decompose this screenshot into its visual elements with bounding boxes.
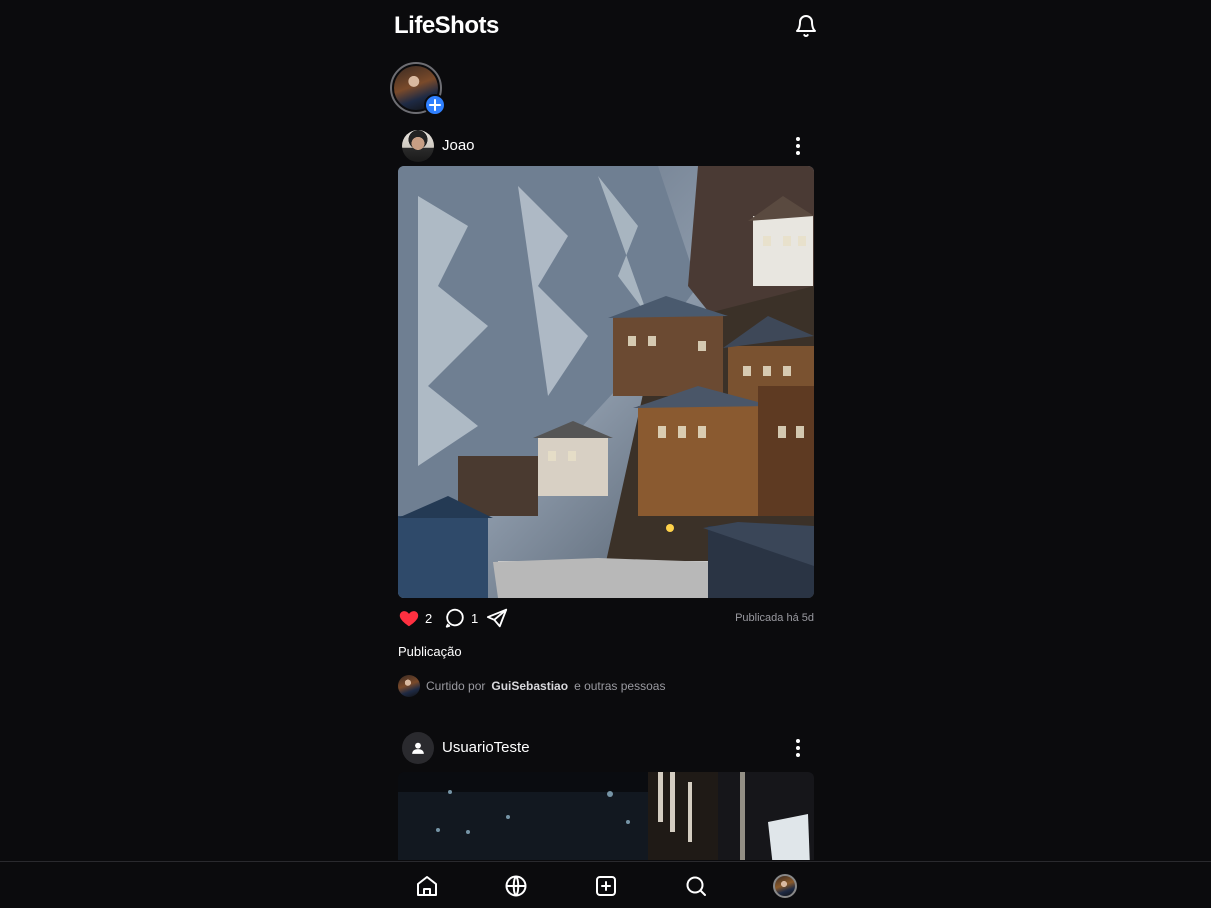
like-button[interactable]: 2 bbox=[398, 607, 432, 629]
bell-icon[interactable] bbox=[794, 14, 818, 38]
my-story[interactable] bbox=[390, 62, 446, 116]
home-icon[interactable] bbox=[415, 874, 439, 898]
post-card: Joao 2 1 Publicada há 5d Publicação Curt… bbox=[398, 126, 814, 697]
top-bar: LifeShots bbox=[394, 12, 818, 42]
village-photo bbox=[398, 166, 814, 598]
share-icon[interactable] bbox=[486, 607, 508, 629]
more-options-icon[interactable] bbox=[786, 736, 810, 760]
post-card: UsuarioTeste bbox=[398, 728, 814, 860]
comment-count: 1 bbox=[471, 610, 479, 626]
user-avatar[interactable] bbox=[402, 130, 434, 162]
liked-by-prefix: Curtido por bbox=[426, 679, 486, 693]
post-image[interactable] bbox=[398, 772, 814, 860]
bottom-nav bbox=[0, 861, 1211, 908]
liker-avatar[interactable] bbox=[398, 675, 420, 697]
heart-icon bbox=[399, 611, 419, 627]
user-icon bbox=[412, 742, 424, 754]
published-time: Publicada há 5d bbox=[735, 612, 814, 624]
feed: LifeShots Joao 2 1 Publicada há 5d Publi… bbox=[390, 0, 820, 860]
globe-icon[interactable] bbox=[504, 874, 528, 898]
add-story-button[interactable] bbox=[424, 94, 446, 116]
search-icon[interactable] bbox=[684, 874, 708, 898]
liked-by-suffix: e outras pessoas bbox=[574, 679, 666, 693]
post-image[interactable] bbox=[398, 166, 814, 598]
plus-icon bbox=[429, 99, 441, 111]
post-username[interactable]: UsuarioTeste bbox=[442, 739, 530, 756]
post-username[interactable]: Joao bbox=[442, 137, 475, 154]
post-header: UsuarioTeste bbox=[398, 728, 814, 768]
like-count: 2 bbox=[425, 610, 433, 626]
comment-icon bbox=[445, 608, 464, 628]
user-avatar[interactable] bbox=[402, 732, 434, 764]
liked-by-user[interactable]: GuiSebastiao bbox=[491, 679, 568, 693]
profile-avatar[interactable] bbox=[773, 874, 797, 898]
add-post-icon[interactable] bbox=[594, 874, 618, 898]
post-caption: Publicação bbox=[398, 644, 462, 659]
post-actions: 2 1 Publicada há 5d bbox=[398, 598, 814, 636]
more-options-icon[interactable] bbox=[786, 134, 810, 158]
night-photo bbox=[398, 772, 814, 860]
liked-by: Curtido por GuiSebastiao e outras pessoa… bbox=[398, 675, 814, 697]
post-header: Joao bbox=[398, 126, 814, 166]
comment-button[interactable]: 1 bbox=[444, 607, 478, 629]
app-logo: LifeShots bbox=[394, 12, 499, 39]
